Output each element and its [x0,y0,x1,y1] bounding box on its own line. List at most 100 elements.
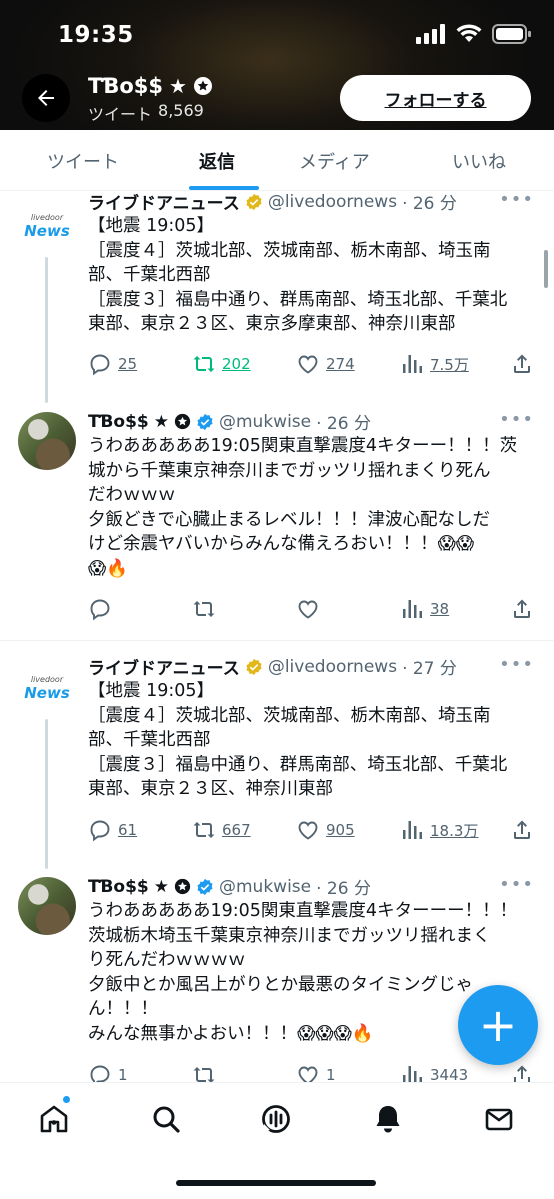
views-button[interactable]: 18.3万 [400,818,478,842]
more-options-icon[interactable]: ••• [499,409,534,430]
tweet-3[interactable]: livedoor News ライブドアニュース @livedoornews · … [0,641,554,871]
tweet-line: 東部、東京２３区、東京多摩東部、神奈川東部 [88,314,456,334]
heart-icon [298,355,318,374]
views-button[interactable]: 7.5万 [400,352,469,376]
share-button[interactable] [510,597,534,621]
reply-count: 25 [118,355,138,373]
messages-icon [485,1108,513,1131]
back-button[interactable] [22,74,70,122]
tweet-line: だわｗｗｗ [88,485,176,505]
tab-media[interactable]: メディア [299,148,370,174]
follow-button[interactable]: フォローする [340,75,531,121]
notification-dot [62,1095,71,1104]
share-button[interactable] [510,818,534,842]
tweet-text: 【地震 19:05】 ［震度４］茨城北部、茨城南部、栃木南部、埼玉南 部、千葉北… [88,679,538,802]
compose-tweet-button[interactable]: + [458,985,538,1065]
reply-icon [90,354,110,376]
tweet-header: ライブドアニュース @livedoornews · 26 分 [88,189,457,215]
more-options-icon[interactable]: ••• [499,189,534,210]
views-icon [403,821,422,839]
tweet-1[interactable]: livedoor News ライブドアニュース @livedoornews · … [0,189,554,408]
wifi-icon [456,24,482,42]
retweet-button[interactable] [192,597,222,621]
tweet-2[interactable]: TƁo$$ ★ @mukwise · 26 分 ••• うわあああああ19:05… [0,408,554,640]
nav-notifications[interactable] [370,1101,406,1137]
scrollbar[interactable] [544,250,548,288]
star-icon: ★ [169,74,187,98]
tab-likes[interactable]: いいね [452,148,506,174]
tweet-time: · 27 分 [402,659,457,679]
nav-search[interactable] [148,1101,184,1137]
avatar[interactable]: livedoor News [22,663,72,713]
like-button[interactable]: 1 [296,1063,336,1082]
share-button[interactable] [510,1063,534,1082]
tweet-text: 【地震 19:05】 ［震度４］茨城北部、茨城南部、栃木南部、埼玉南 部、千葉北… [88,214,538,337]
avatar[interactable] [18,877,76,935]
reply-button[interactable] [88,597,118,621]
like-button[interactable] [296,597,326,621]
profile-name: TƁo$$ [88,74,164,98]
reply-icon [90,599,110,621]
reply-icon [90,820,110,842]
star-icon: ★ [153,876,169,897]
retweet-button[interactable]: 202 [192,352,251,376]
reply-button[interactable]: 61 [88,818,137,842]
view-count: 7.5万 [430,355,469,374]
nav-home[interactable] [36,1101,72,1137]
views-button[interactable]: 3443 [400,1063,468,1082]
tweet-line: ［震度３］福島中通り、群馬南部、埼玉北部、千葉北 [88,754,508,775]
tweet-line: ［震度４］茨城北部、茨城南部、栃木南部、埼玉南 [88,240,491,261]
thread-line [45,719,48,869]
tab-tweets[interactable]: ツイート [47,148,119,174]
author-name[interactable]: TƁo$$ [88,412,149,432]
profile-name-line: TƁo$$ ★ [88,74,213,98]
reply-count: 1 [118,1066,128,1082]
view-count: 18.3万 [430,821,479,840]
signal-icon [416,24,445,44]
retweet-icon [193,601,215,617]
author-handle[interactable]: @livedoornews [268,657,397,677]
tweet-count-line: ツイート 8,569 [88,101,204,125]
author-handle[interactable]: @mukwise [219,412,311,432]
like-button[interactable]: 905 [296,818,355,842]
author-name[interactable]: ライブドアニュース [88,654,240,679]
author-handle[interactable]: @livedoornews [268,192,397,212]
avatar[interactable] [18,412,76,470]
view-count: 3443 [430,1066,469,1082]
retweet-button[interactable]: 667 [192,818,251,842]
circle-star-icon [193,77,212,95]
retweet-icon [193,356,215,372]
views-button[interactable]: 38 [400,597,449,621]
tweet-line: 部、千葉北西部 [88,265,211,285]
home-icon [40,1105,68,1133]
share-icon [514,820,530,839]
tweet-actions: 1 1 3443 [88,1063,534,1082]
author-handle[interactable]: @mukwise [219,877,311,897]
like-button[interactable]: 274 [296,352,355,376]
tab-replies[interactable]: 返信 [199,148,235,174]
tweet-header: TƁo$$ ★ @mukwise · 26 分 [88,409,371,435]
views-icon [403,355,422,373]
tweet-line: うわあああああ19:05関東直撃震度4キターーー！！！ [88,901,518,921]
author-name[interactable]: ライブドアニュース [88,189,240,214]
nav-spaces[interactable] [258,1101,294,1137]
more-options-icon[interactable]: ••• [499,874,534,895]
tweet-actions: 25 202 274 7.5万 [88,352,534,376]
star-icon: ★ [153,411,169,432]
retweet-button[interactable] [192,1063,222,1082]
circle-star-icon [174,413,191,430]
avatar[interactable]: livedoor News [22,201,72,251]
like-count: 1 [326,1066,336,1082]
avatar-logo-small: livedoor [30,212,64,222]
more-options-icon[interactable]: ••• [499,654,534,675]
reply-button[interactable]: 1 [88,1063,128,1082]
reply-button[interactable]: 25 [88,352,137,376]
profile-tabs: ツイート 返信 メディア いいね [0,130,554,191]
share-button[interactable] [510,352,534,376]
tweet-actions: 38 [88,597,534,621]
share-icon [514,1065,530,1082]
author-name[interactable]: TƁo$$ [88,877,149,897]
heart-icon [298,1066,318,1082]
retweet-icon [193,822,215,838]
nav-messages[interactable] [481,1101,517,1137]
